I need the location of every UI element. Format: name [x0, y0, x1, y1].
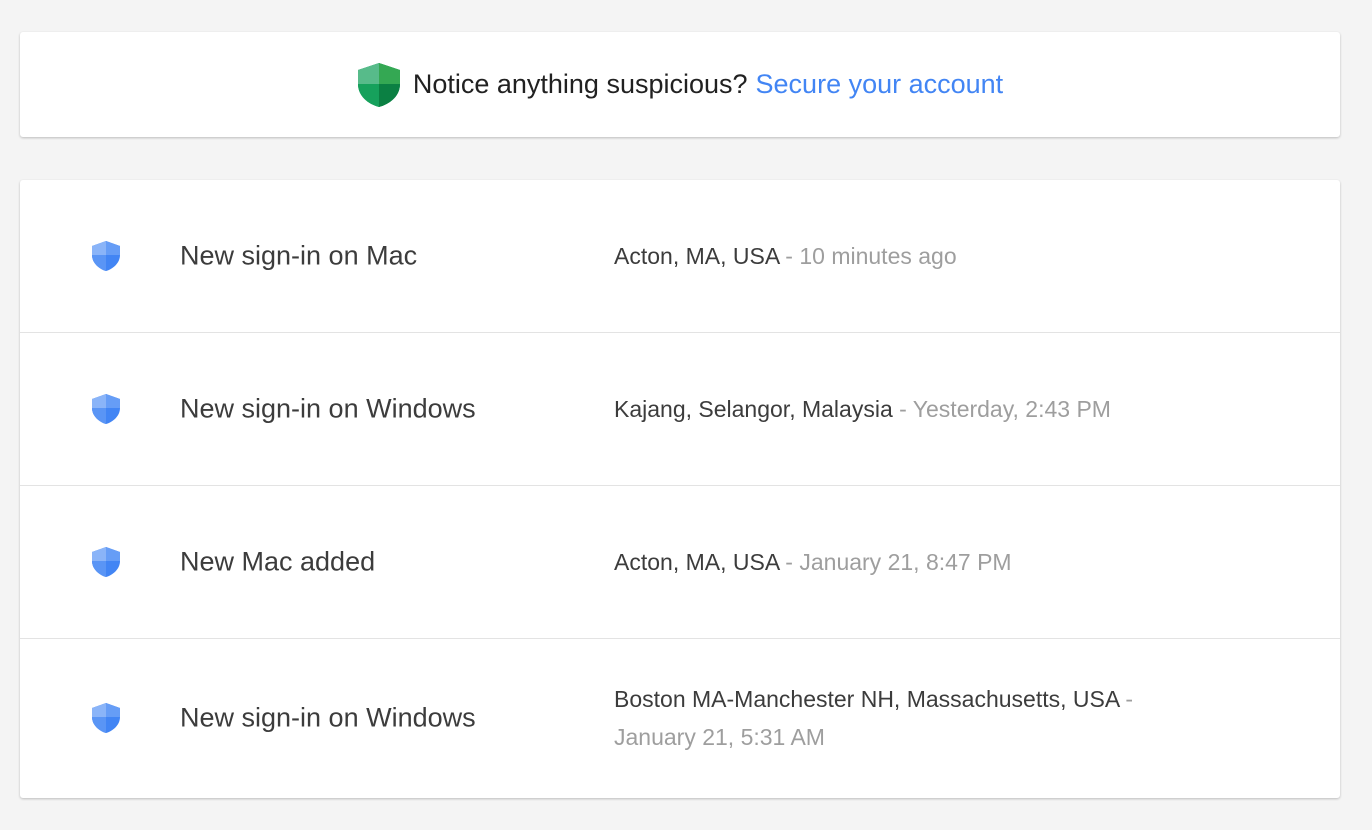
activity-location: Acton, MA, USA [614, 549, 779, 575]
activity-title: New Mac added [180, 546, 376, 577]
activity-details: Boston MA-Manchester NH, Massachusetts, … [614, 680, 1214, 756]
activity-details: Acton, MA, USA - January 21, 8:47 PM [614, 543, 1214, 581]
security-activity-list: New sign-in on Mac Acton, MA, USA - 10 m… [20, 180, 1340, 798]
activity-title: New sign-in on Windows [180, 393, 476, 424]
shield-icon [91, 702, 121, 734]
activity-separator: - [899, 396, 907, 422]
shield-icon [91, 240, 121, 272]
activity-details: Acton, MA, USA - 10 minutes ago [614, 237, 1214, 275]
security-notice: Notice anything suspicious? Secure your … [357, 62, 1003, 108]
activity-separator: - [1125, 685, 1133, 712]
activity-location: Kajang, Selangor, Malaysia [614, 396, 893, 422]
activity-separator: - [785, 243, 793, 269]
activity-item[interactable]: New sign-in on Windows Boston MA-Manches… [20, 639, 1340, 796]
shield-icon [91, 546, 121, 578]
activity-item[interactable]: New Mac added Acton, MA, USA - January 2… [20, 486, 1340, 639]
activity-item[interactable]: New sign-in on Mac Acton, MA, USA - 10 m… [20, 180, 1340, 333]
activity-time: January 21, 5:31 AM [614, 723, 825, 750]
secure-account-link[interactable]: Secure your account [756, 69, 1004, 100]
activity-location: Boston MA-Manchester NH, Massachusetts, … [614, 685, 1119, 712]
activity-item[interactable]: New sign-in on Windows Kajang, Selangor,… [20, 333, 1340, 486]
activity-location: Acton, MA, USA [614, 243, 779, 269]
activity-details: Kajang, Selangor, Malaysia - Yesterday, … [614, 390, 1214, 428]
shield-icon [91, 393, 121, 425]
green-shield-icon [357, 62, 401, 108]
activity-separator: - [785, 549, 793, 575]
activity-title: New sign-in on Mac [180, 240, 418, 271]
activity-title: New sign-in on Windows [180, 702, 476, 732]
security-notice-card: Notice anything suspicious? Secure your … [20, 32, 1340, 137]
notice-text: Notice anything suspicious? [412, 69, 748, 99]
activity-time: Yesterday, 2:43 PM [912, 396, 1111, 422]
activity-time: January 21, 8:47 PM [799, 549, 1012, 575]
activity-time: 10 minutes ago [799, 243, 957, 269]
